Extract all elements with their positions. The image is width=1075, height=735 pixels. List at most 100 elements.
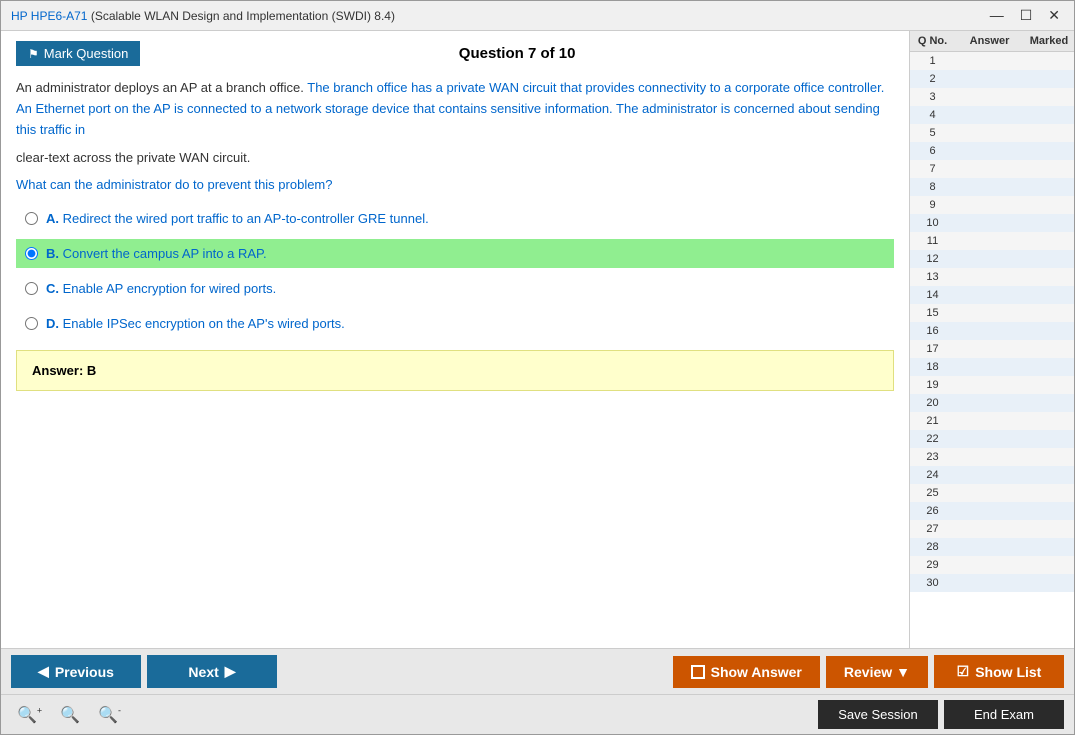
mark-button-label: Mark Question [44,46,129,61]
flag-icon: ⚑ [28,47,39,61]
review-button[interactable]: Review ▼ [826,656,928,688]
q-list-row[interactable]: 13 [910,268,1074,286]
save-session-label: Save Session [838,707,918,722]
q-list-row[interactable]: 29 [910,556,1074,574]
q-list-row[interactable]: 6 [910,142,1074,160]
q-number: 15 [910,307,955,319]
save-session-button[interactable]: Save Session [818,700,938,729]
show-answer-button[interactable]: Show Answer [673,656,820,688]
option-c[interactable]: C. Enable AP encryption for wired ports. [16,274,894,303]
question-list: 1234567891011121314151617181920212223242… [910,52,1074,648]
col-header-qno: Q No. [910,35,955,47]
q-list-row[interactable]: 19 [910,376,1074,394]
question-text-plain: An administrator deploys an AP at a bran… [16,80,307,95]
question-body: An administrator deploys an AP at a bran… [16,78,894,140]
q-number: 7 [910,163,955,175]
option-a[interactable]: A. Redirect the wired port traffic to an… [16,204,894,233]
q-list-row[interactable]: 4 [910,106,1074,124]
q-number: 5 [910,127,955,139]
q-number: 18 [910,361,955,373]
q-list-row[interactable]: 1 [910,52,1074,70]
previous-arrow-icon: ◀ [38,663,49,680]
q-list-row[interactable]: 20 [910,394,1074,412]
show-answer-label: Show Answer [711,664,802,680]
q-list-row[interactable]: 5 [910,124,1074,142]
q-list-row[interactable]: 10 [910,214,1074,232]
radio-b[interactable] [25,247,38,260]
q-list-header: Q No. Answer Marked [910,31,1074,52]
q-number: 12 [910,253,955,265]
option-d-label: D. Enable IPSec encryption on the AP's w… [46,316,345,331]
review-dropdown-icon: ▼ [896,664,910,680]
q-number: 19 [910,379,955,391]
q-number: 21 [910,415,955,427]
main-panel: ⚑ Mark Question Question 7 of 10 An admi… [1,31,909,648]
zoom-in-button[interactable]: 🔍+ [11,703,48,727]
next-button[interactable]: Next ▶ [147,655,277,688]
minimize-icon[interactable]: — [986,7,1008,24]
radio-c[interactable] [25,282,38,295]
q-number: 1 [910,55,955,67]
close-icon[interactable]: ✕ [1044,7,1064,24]
radio-d[interactable] [25,317,38,330]
q-number: 9 [910,199,955,211]
q-number: 20 [910,397,955,409]
q-list-row[interactable]: 22 [910,430,1074,448]
q-list-row[interactable]: 30 [910,574,1074,592]
q-number: 30 [910,577,955,589]
q-list-row[interactable]: 15 [910,304,1074,322]
option-d[interactable]: D. Enable IPSec encryption on the AP's w… [16,309,894,338]
q-number: 6 [910,145,955,157]
zoom-out-button[interactable]: 🔍- [92,703,127,727]
q-list-row[interactable]: 2 [910,70,1074,88]
q-number: 8 [910,181,955,193]
q-number: 24 [910,469,955,481]
mark-question-button[interactable]: ⚑ Mark Question [16,41,140,66]
q-list-row[interactable]: 9 [910,196,1074,214]
option-b-label: B. Convert the campus AP into a RAP. [46,246,267,261]
q-list-row[interactable]: 28 [910,538,1074,556]
q-list-row[interactable]: 25 [910,484,1074,502]
next-label: Next [188,664,218,680]
previous-label: Previous [55,664,114,680]
show-list-label: Show List [975,664,1041,680]
q-number: 28 [910,541,955,553]
q-list-row[interactable]: 8 [910,178,1074,196]
q-number: 16 [910,325,955,337]
end-exam-button[interactable]: End Exam [944,700,1064,729]
title-bar: HP HPE6-A71 (Scalable WLAN Design and Im… [1,1,1074,31]
q-list-row[interactable]: 7 [910,160,1074,178]
main-window: HP HPE6-A71 (Scalable WLAN Design and Im… [0,0,1075,735]
q-list-row[interactable]: 26 [910,502,1074,520]
radio-a[interactable] [25,212,38,225]
q-list-row[interactable]: 21 [910,412,1074,430]
q-number: 29 [910,559,955,571]
q-list-row[interactable]: 16 [910,322,1074,340]
bottom-bar2: 🔍+ 🔍 🔍- Save Session End Exam [1,694,1074,734]
q-list-row[interactable]: 14 [910,286,1074,304]
show-list-button[interactable]: ☑ Show List [934,655,1064,688]
col-header-answer: Answer [955,35,1024,47]
option-b[interactable]: B. Convert the campus AP into a RAP. [16,239,894,268]
q-list-row[interactable]: 11 [910,232,1074,250]
previous-button[interactable]: ◀ Previous [11,655,141,688]
zoom-controls: 🔍+ 🔍 🔍- [11,703,127,727]
zoom-reset-button[interactable]: 🔍 [54,703,86,727]
q-list-row[interactable]: 18 [910,358,1074,376]
app-name: HP HPE6-A71 [11,9,87,23]
q-list-row[interactable]: 24 [910,466,1074,484]
q-list-row[interactable]: 27 [910,520,1074,538]
q-number: 10 [910,217,955,229]
options-list: A. Redirect the wired port traffic to an… [16,204,894,338]
right-panel: Q No. Answer Marked 12345678910111213141… [909,31,1074,648]
col-header-marked: Marked [1024,35,1074,47]
q-number: 2 [910,73,955,85]
q-list-row[interactable]: 12 [910,250,1074,268]
title-bar-text: HP HPE6-A71 (Scalable WLAN Design and Im… [11,9,395,23]
q-list-row[interactable]: 17 [910,340,1074,358]
maximize-icon[interactable]: ☐ [1016,7,1037,24]
q-list-row[interactable]: 3 [910,88,1074,106]
q-list-row[interactable]: 23 [910,448,1074,466]
app-subtitle: (Scalable WLAN Design and Implementation… [91,9,395,23]
right-actions: Save Session End Exam [818,700,1064,729]
